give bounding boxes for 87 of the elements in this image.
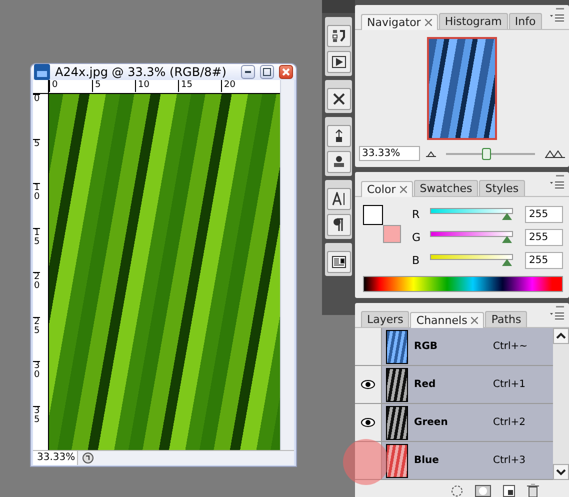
panel-tab[interactable]: Histogram <box>438 13 508 29</box>
panel-tab[interactable]: Swatches <box>414 180 478 196</box>
channel-label: B <box>411 254 421 267</box>
mask-icon[interactable] <box>475 485 491 497</box>
color-slider[interactable] <box>430 231 513 244</box>
panel-tab[interactable]: Channels <box>410 312 484 328</box>
scroll-down-icon[interactable] <box>553 464 569 480</box>
scroll-up-icon[interactable] <box>553 328 569 344</box>
maximize-icon <box>263 68 271 76</box>
vertical-scrollbar[interactable] <box>553 328 569 480</box>
stamp-icon[interactable] <box>326 151 350 173</box>
channel-row[interactable]: Blue Ctrl+3 <box>355 442 553 480</box>
channel-row[interactable]: Red Ctrl+1 <box>355 366 553 404</box>
channel-thumbnail <box>386 444 408 478</box>
channel-thumbnail <box>386 368 408 402</box>
trash-icon[interactable] <box>527 484 539 497</box>
app-icon <box>34 64 50 80</box>
close-icon <box>282 68 290 76</box>
selection-icon[interactable] <box>451 485 463 497</box>
menu-icon[interactable] <box>550 14 564 22</box>
paragraph-icon[interactable] <box>326 214 350 236</box>
visibility-toggle[interactable] <box>355 404 382 441</box>
character-icon[interactable] <box>326 188 350 210</box>
visibility-toggle[interactable] <box>355 442 382 479</box>
channel-label: R <box>411 208 421 221</box>
color-slider[interactable] <box>430 254 513 267</box>
zoom-field[interactable]: 33.33% <box>33 451 78 465</box>
vertical-scrollbar[interactable] <box>280 80 294 450</box>
ruler-label: 20 <box>221 80 264 92</box>
new-channel-icon[interactable] <box>503 485 515 497</box>
value-field[interactable]: 255 <box>525 206 563 223</box>
window-title: A24x.jpg @ 33.3% (RGB/8#) <box>55 65 228 79</box>
channel-name: Green <box>414 417 449 428</box>
channel-label: G <box>411 231 422 244</box>
maximize-button[interactable] <box>260 65 274 79</box>
panel-tab[interactable]: Info <box>508 13 542 29</box>
close-icon[interactable] <box>400 186 407 193</box>
close-icon[interactable] <box>424 19 432 26</box>
navigator-thumbnail[interactable] <box>427 37 497 140</box>
close-icon[interactable] <box>471 317 478 324</box>
background-swatch[interactable] <box>383 225 401 243</box>
menu-icon[interactable] <box>550 181 564 189</box>
channel-row[interactable]: Green Ctrl+2 <box>355 404 553 442</box>
zoom-field[interactable]: 33.33% <box>359 146 420 161</box>
ruler-label: 10 <box>135 80 178 92</box>
eye-icon <box>361 418 375 427</box>
eye-icon <box>361 380 375 389</box>
ruler-label: 5 <box>92 80 135 92</box>
foreground-swatch[interactable] <box>363 205 383 225</box>
channel-thumbnail <box>386 330 408 364</box>
channel-name: RGB <box>414 341 439 352</box>
close-button[interactable] <box>279 65 293 79</box>
history-icon[interactable] <box>326 25 350 47</box>
ruler-label: 0 <box>49 80 92 92</box>
panel-tab[interactable]: Layers <box>361 311 410 327</box>
visibility-toggle[interactable] <box>355 366 382 403</box>
color-slider[interactable] <box>430 208 513 221</box>
shortcut-label: Ctrl+~ <box>493 341 529 352</box>
minimize-icon[interactable] <box>556 306 564 308</box>
zoom-out-icon[interactable] <box>426 150 436 156</box>
play-icon[interactable] <box>326 51 350 73</box>
minimize-icon[interactable] <box>556 175 564 177</box>
minimize-icon <box>245 71 251 73</box>
channel-thumbnail <box>386 406 408 440</box>
click-highlight <box>343 439 389 485</box>
panel-tab[interactable]: Styles <box>479 180 525 196</box>
ruler-label: 15 <box>178 80 221 92</box>
minimize-icon[interactable] <box>556 8 564 10</box>
panel-tab[interactable]: Navigator <box>361 14 438 30</box>
channel-name: Blue <box>414 455 440 466</box>
value-field[interactable]: 255 <box>525 229 563 246</box>
shortcut-label: Ctrl+1 <box>493 379 527 390</box>
channel-name: Red <box>414 379 437 390</box>
visibility-toggle[interactable] <box>355 328 382 365</box>
shortcut-label: Ctrl+2 <box>493 417 527 428</box>
layer-comps-icon[interactable] <box>326 251 350 273</box>
panel-tab[interactable]: Color <box>361 181 413 197</box>
channel-row[interactable]: RGB Ctrl+~ <box>355 328 553 366</box>
minimize-button[interactable] <box>241 65 255 79</box>
color-spectrum[interactable] <box>363 276 563 292</box>
status-menu-icon[interactable] <box>82 452 94 464</box>
panel-tab[interactable]: Paths <box>485 311 528 327</box>
value-field[interactable]: 255 <box>525 252 563 269</box>
zoom-in-icon[interactable] <box>545 150 565 158</box>
menu-icon[interactable] <box>550 312 564 320</box>
shortcut-label: Ctrl+3 <box>493 455 527 466</box>
zoom-slider[interactable] <box>446 148 535 160</box>
